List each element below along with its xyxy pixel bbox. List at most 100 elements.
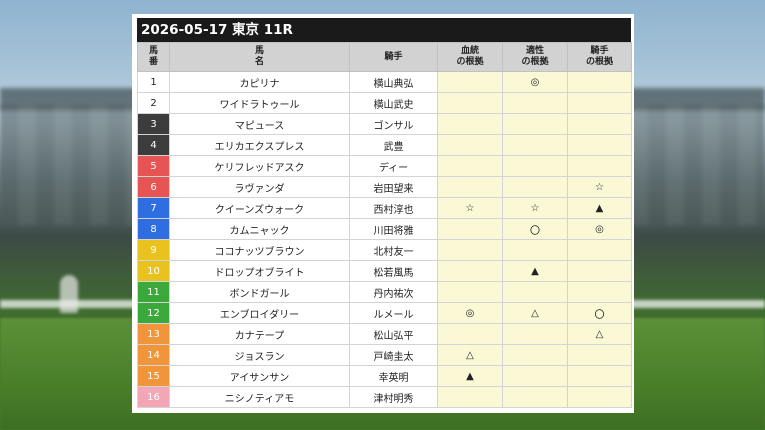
aptitude-mark-cell [502, 176, 568, 198]
horse-name-cell: ラヴァンダ [169, 176, 350, 198]
horse-name-cell: マピュース [169, 113, 350, 135]
jockey-mark-cell [567, 344, 632, 366]
table-row: 10 ドロップオブライト 松若風馬 ▲ [137, 260, 632, 282]
horse-name-cell: ドロップオブライト [169, 260, 350, 282]
jockey-mark-cell: △ [567, 323, 632, 345]
horse-number-cell: 10 [137, 260, 170, 282]
table-row: 16 ニシノティアモ 津村明秀 [137, 386, 632, 408]
bloodline-mark-cell: ◎ [437, 302, 503, 324]
horse-number-cell: 15 [137, 365, 170, 387]
horse-number-cell: 6 [137, 176, 170, 198]
horse-number-cell: 7 [137, 197, 170, 219]
bloodline-mark-cell: △ [437, 344, 503, 366]
jockey-mark-cell: ▲ [567, 197, 632, 219]
horse-number-cell: 9 [137, 239, 170, 261]
horse-number-cell: 13 [137, 323, 170, 345]
jockey-cell: 津村明秀 [349, 386, 438, 408]
jockey-mark-cell [567, 134, 632, 156]
horse-name-cell: ココナッツブラウン [169, 239, 350, 261]
table-row: 2 ワイドラトゥール 横山武史 [137, 92, 632, 114]
aptitude-mark-cell: △ [502, 302, 568, 324]
header-jockey-basis: 騎手 の根拠 [567, 42, 632, 72]
jockey-mark-cell [567, 92, 632, 114]
horse-name-cell: アイサンサン [169, 365, 350, 387]
aptitude-mark-cell [502, 113, 568, 135]
table-row: 6 ラヴァンダ 岩田望来 ☆ [137, 176, 632, 198]
bloodline-mark-cell [437, 239, 503, 261]
horse-number-cell: 8 [137, 218, 170, 240]
aptitude-mark-cell: ◎ [502, 71, 568, 93]
jockey-mark-cell [567, 386, 632, 408]
header-aptitude-basis: 適性 の根拠 [502, 42, 568, 72]
horse-name-cell: カピリナ [169, 71, 350, 93]
horse-number-cell: 12 [137, 302, 170, 324]
table-row: 7 クイーンズウォーク 西村淳也 ☆ ☆ ▲ [137, 197, 632, 219]
horse-name-cell: ニシノティアモ [169, 386, 350, 408]
header-jockey: 騎手 [349, 42, 438, 72]
bloodline-mark-cell [437, 176, 503, 198]
jockey-cell: 岩田望来 [349, 176, 438, 198]
bloodline-mark-cell [437, 386, 503, 408]
bloodline-mark-cell [437, 92, 503, 114]
bloodline-mark-cell [437, 260, 503, 282]
horse-name-cell: エリカエクスプレス [169, 134, 350, 156]
header-horse-number: 馬 番 [137, 42, 170, 72]
aptitude-mark-cell [502, 323, 568, 345]
horse-number-cell: 3 [137, 113, 170, 135]
jockey-cell: 幸英明 [349, 365, 438, 387]
horse-name-cell: ジョスラン [169, 344, 350, 366]
horse-number-cell: 11 [137, 281, 170, 303]
bloodline-mark-cell: ☆ [437, 197, 503, 219]
horse-number-cell: 14 [137, 344, 170, 366]
aptitude-mark-cell: 〇 [502, 218, 568, 240]
jockey-cell: 西村淳也 [349, 197, 438, 219]
jockey-cell: 川田将雅 [349, 218, 438, 240]
horse-name-cell: ワイドラトゥール [169, 92, 350, 114]
table-row: 12 エンブロイダリー ルメール ◎ △ 〇 [137, 302, 632, 324]
aptitude-mark-cell [502, 134, 568, 156]
jockey-mark-cell [567, 260, 632, 282]
header-horse-name: 馬 名 [169, 42, 350, 72]
horse-number-cell: 2 [137, 92, 170, 114]
jockey-cell: 戸崎圭太 [349, 344, 438, 366]
bloodline-mark-cell [437, 113, 503, 135]
aptitude-mark-cell [502, 281, 568, 303]
table-row: 11 ボンドガール 丹内祐次 [137, 281, 632, 303]
jockey-mark-cell [567, 365, 632, 387]
jockey-cell: ゴンサル [349, 113, 438, 135]
aptitude-mark-cell [502, 365, 568, 387]
jockey-cell: 北村友一 [349, 239, 438, 261]
jockey-mark-cell: ◎ [567, 218, 632, 240]
table-row: 9 ココナッツブラウン 北村友一 [137, 239, 632, 261]
race-card-panel: 2026-05-17 東京 11R 馬 番 馬 名 騎手 血統 の根拠 適性 の… [132, 14, 634, 413]
bloodline-mark-cell [437, 71, 503, 93]
horse-name-cell: ボンドガール [169, 281, 350, 303]
bloodline-mark-cell [437, 281, 503, 303]
horse-name-cell: カナテープ [169, 323, 350, 345]
race-title: 2026-05-17 東京 11R [137, 18, 631, 42]
jockey-mark-cell [567, 281, 632, 303]
header-bloodline-basis: 血統 の根拠 [437, 42, 503, 72]
aptitude-mark-cell: ▲ [502, 260, 568, 282]
aptitude-mark-cell [502, 92, 568, 114]
horse-number-cell: 16 [137, 386, 170, 408]
horse-name-cell: ケリフレッドアスク [169, 155, 350, 177]
jockey-cell: 松山弘平 [349, 323, 438, 345]
jockey-mark-cell [567, 71, 632, 93]
entries-table: 馬 番 馬 名 騎手 血統 の根拠 適性 の根拠 騎手 の根拠 1 カピリナ 横山典… [137, 42, 632, 408]
aptitude-mark-cell [502, 155, 568, 177]
bloodline-mark-cell [437, 155, 503, 177]
aptitude-mark-cell [502, 386, 568, 408]
table-row: 5 ケリフレッドアスク ディー [137, 155, 632, 177]
table-row: 13 カナテープ 松山弘平 △ [137, 323, 632, 345]
jockey-mark-cell [567, 113, 632, 135]
jockey-cell: 横山武史 [349, 92, 438, 114]
jockey-mark-cell: 〇 [567, 302, 632, 324]
bloodline-mark-cell: ▲ [437, 365, 503, 387]
bloodline-mark-cell [437, 134, 503, 156]
table-header-row: 馬 番 馬 名 騎手 血統 の根拠 適性 の根拠 騎手 の根拠 [137, 42, 632, 72]
bloodline-mark-cell [437, 323, 503, 345]
table-row: 1 カピリナ 横山典弘 ◎ [137, 71, 632, 93]
aptitude-mark-cell [502, 344, 568, 366]
horse-number-cell: 5 [137, 155, 170, 177]
